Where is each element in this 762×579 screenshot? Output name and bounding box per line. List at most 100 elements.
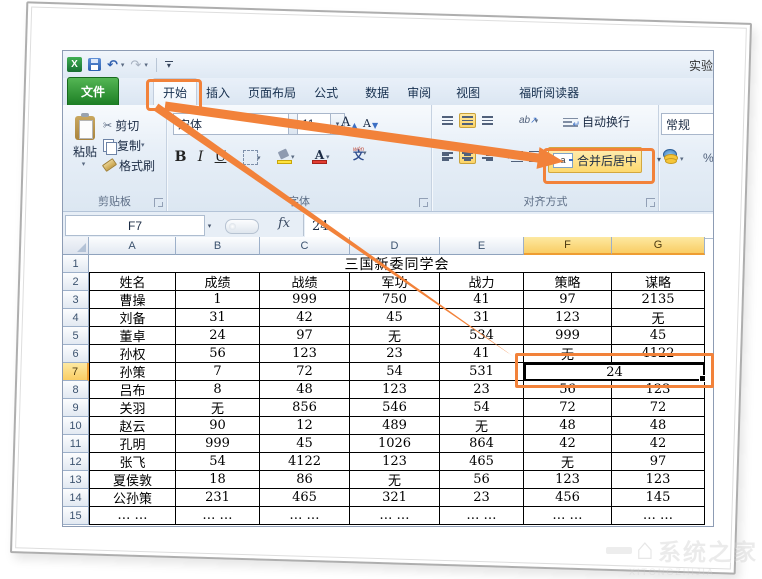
cell[interactable]: 4122 <box>612 345 705 363</box>
col-header-D[interactable]: D <box>350 237 440 255</box>
row-header-11[interactable]: 11 <box>63 435 89 453</box>
shrink-font-button[interactable]: A ▼ <box>363 117 378 130</box>
merged-active-cell[interactable]: 24 <box>524 363 706 382</box>
bold-button[interactable]: B <box>171 147 190 167</box>
undo-button[interactable]: ↶ <box>107 58 118 71</box>
row-header-5[interactable]: 5 <box>63 327 89 345</box>
alignment-dialog-launcher-icon[interactable] <box>646 198 655 207</box>
cell[interactable]: 456 <box>524 489 612 507</box>
cell[interactable]: 军功 <box>350 273 440 291</box>
tab-review[interactable]: 审阅 <box>398 79 440 105</box>
cell[interactable]: 刘备 <box>89 309 176 327</box>
cell[interactable]: 18 <box>176 471 260 489</box>
cell[interactable]: 42 <box>260 309 350 327</box>
cell[interactable]: 48 <box>260 381 350 399</box>
align-bottom-button[interactable] <box>479 113 496 128</box>
cell[interactable]: 999 <box>176 435 260 453</box>
italic-button[interactable]: I <box>191 147 210 167</box>
paste-button[interactable]: 粘贴 ▾ <box>67 113 103 185</box>
cell[interactable]: 48 <box>524 417 612 435</box>
cell[interactable]: 董卓 <box>89 327 176 345</box>
cell[interactable]: 123 <box>612 381 705 399</box>
align-middle-button[interactable] <box>459 113 476 128</box>
increase-indent-button[interactable]: ▸ <box>529 151 547 162</box>
decrease-indent-button[interactable]: ◂ <box>505 151 524 162</box>
cell[interactable]: 534 <box>440 327 524 345</box>
align-right-button[interactable] <box>479 149 496 164</box>
cell[interactable]: 23 <box>350 345 440 363</box>
copy-dropdown-icon[interactable]: ▾ <box>141 141 145 149</box>
font-dialog-launcher-icon[interactable] <box>419 198 428 207</box>
tab-foxit-reader[interactable]: 福昕阅读器 <box>510 79 588 105</box>
cell[interactable]: 1 <box>176 291 260 309</box>
cell[interactable]: 31 <box>176 309 260 327</box>
cell[interactable]: 吕布 <box>89 381 176 399</box>
tab-formulas[interactable]: 公式 <box>305 79 347 105</box>
cell[interactable]: 465 <box>260 489 350 507</box>
underline-button[interactable]: U <box>211 147 230 167</box>
align-top-button[interactable] <box>439 113 456 128</box>
font-name-combo[interactable]: 宋体 ▾ <box>173 113 303 135</box>
copy-button[interactable]: 复制 ▾ <box>103 135 163 155</box>
undo-dropdown-icon[interactable]: ▾ <box>121 61 125 69</box>
cell[interactable]: 97 <box>524 291 612 309</box>
row-header-8[interactable]: 8 <box>63 381 89 399</box>
cell[interactable]: … … <box>176 507 260 525</box>
tab-home[interactable]: 开始 <box>153 78 198 105</box>
cell[interactable]: 72 <box>612 399 705 417</box>
accounting-format-icon[interactable] <box>663 149 678 164</box>
font-size-combo[interactable]: 11 ▾ <box>297 113 345 135</box>
cell[interactable]: 23 <box>440 381 524 399</box>
paste-dropdown-icon[interactable]: ▾ <box>82 160 86 168</box>
cell[interactable]: 公孙策 <box>89 489 176 507</box>
cell[interactable]: 孙策 <box>89 363 176 381</box>
cell[interactable]: 56 <box>440 471 524 489</box>
cell[interactable]: 97 <box>612 453 705 471</box>
redo-dropdown-icon[interactable]: ▾ <box>144 61 148 69</box>
borders-button[interactable]: ▾ <box>243 150 261 165</box>
cell[interactable]: 23 <box>440 489 524 507</box>
cell[interactable]: 54 <box>176 453 260 471</box>
cell[interactable]: 41 <box>440 291 524 309</box>
cell[interactable]: 54 <box>440 399 524 417</box>
cell[interactable]: 123 <box>612 471 705 489</box>
cell[interactable]: 45 <box>350 309 440 327</box>
tab-page-layout[interactable]: 页面布局 <box>239 79 305 105</box>
cell[interactable]: … … <box>612 507 705 525</box>
cell[interactable]: 无 <box>350 327 440 345</box>
cell[interactable]: 42 <box>524 435 612 453</box>
cell[interactable]: … … <box>350 507 440 525</box>
col-header-F[interactable]: F <box>524 237 612 255</box>
col-header-A[interactable]: A <box>89 237 176 255</box>
cell[interactable]: 关羽 <box>89 399 176 417</box>
tab-data[interactable]: 数据 <box>356 79 398 105</box>
cell[interactable]: 张飞 <box>89 453 176 471</box>
cell[interactable]: 1026 <box>350 435 440 453</box>
cell[interactable]: … … <box>440 507 524 525</box>
font-color-button[interactable]: A ▾ <box>312 149 330 164</box>
cell[interactable]: 999 <box>260 291 350 309</box>
tab-insert[interactable]: 插入 <box>197 79 239 105</box>
tab-file[interactable]: 文件 <box>67 77 120 105</box>
cell[interactable]: 无 <box>350 471 440 489</box>
cell[interactable]: 孔明 <box>89 435 176 453</box>
save-button[interactable] <box>88 58 101 71</box>
cell[interactable]: 41 <box>440 345 524 363</box>
cell[interactable]: 4122 <box>260 453 350 471</box>
cell[interactable]: 531 <box>440 363 524 381</box>
customize-qat-button[interactable]: ▾ <box>164 60 173 70</box>
cell[interactable]: 90 <box>176 417 260 435</box>
row-header-9[interactable]: 9 <box>63 399 89 417</box>
cell[interactable]: 2135 <box>612 291 705 309</box>
cell[interactable]: 8 <box>176 381 260 399</box>
insert-function-button[interactable]: fx <box>278 216 290 231</box>
cell[interactable]: 231 <box>176 489 260 507</box>
select-all-corner[interactable] <box>63 237 89 255</box>
format-painter-button[interactable]: 格式刷 <box>101 155 163 175</box>
phonetic-dropdown-icon[interactable]: ▾ <box>363 149 367 157</box>
cell[interactable]: 123 <box>350 453 440 471</box>
cell[interactable]: 86 <box>260 471 350 489</box>
row-header-13[interactable]: 13 <box>63 471 89 489</box>
cell[interactable]: 45 <box>260 435 350 453</box>
row-header-7[interactable]: 7 <box>63 363 89 381</box>
